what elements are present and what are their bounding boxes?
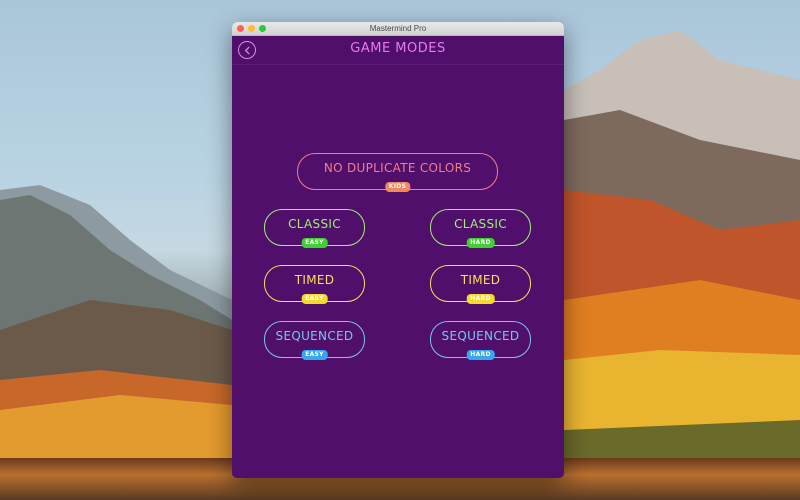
mode-label: CLASSIC bbox=[288, 216, 341, 231]
mode-label: CLASSIC bbox=[454, 216, 507, 231]
mode-label: NO DUPLICATE COLORS bbox=[323, 160, 472, 175]
mode-sequenced-hard-button[interactable]: SEQUENCED HARD bbox=[430, 321, 531, 360]
difficulty-badge: EASY bbox=[301, 238, 328, 248]
difficulty-badge: EASY bbox=[301, 294, 328, 304]
difficulty-badge: HARD bbox=[466, 350, 495, 360]
page-header: GAME MODES bbox=[232, 36, 564, 65]
mode-label: SEQUENCED bbox=[441, 328, 520, 343]
difficulty-badge: HARD bbox=[466, 238, 495, 248]
difficulty-badge: EASY bbox=[301, 350, 328, 360]
mode-classic-hard-button[interactable]: CLASSIC HARD bbox=[430, 209, 531, 248]
mode-no-duplicate-colors-kids-button[interactable]: NO DUPLICATE COLORS KIDS bbox=[297, 153, 498, 192]
app-window: Mastermind Pro GAME MODES NO DUPLICATE C… bbox=[232, 22, 564, 478]
mode-label: TIMED bbox=[294, 272, 335, 287]
mode-classic-easy-button[interactable]: CLASSIC EASY bbox=[264, 209, 365, 248]
window-title: Mastermind Pro bbox=[369, 24, 427, 33]
mode-sequenced-easy-button[interactable]: SEQUENCED EASY bbox=[264, 321, 365, 360]
title-bar: Mastermind Pro bbox=[232, 22, 564, 36]
page-title: GAME MODES bbox=[350, 41, 446, 56]
mode-label: SEQUENCED bbox=[275, 328, 354, 343]
difficulty-badge: KIDS bbox=[384, 182, 411, 192]
difficulty-badge: HARD bbox=[466, 294, 495, 304]
mode-timed-easy-button[interactable]: TIMED EASY bbox=[264, 265, 365, 304]
mode-label: TIMED bbox=[460, 272, 501, 287]
mode-timed-hard-button[interactable]: TIMED HARD bbox=[430, 265, 531, 304]
